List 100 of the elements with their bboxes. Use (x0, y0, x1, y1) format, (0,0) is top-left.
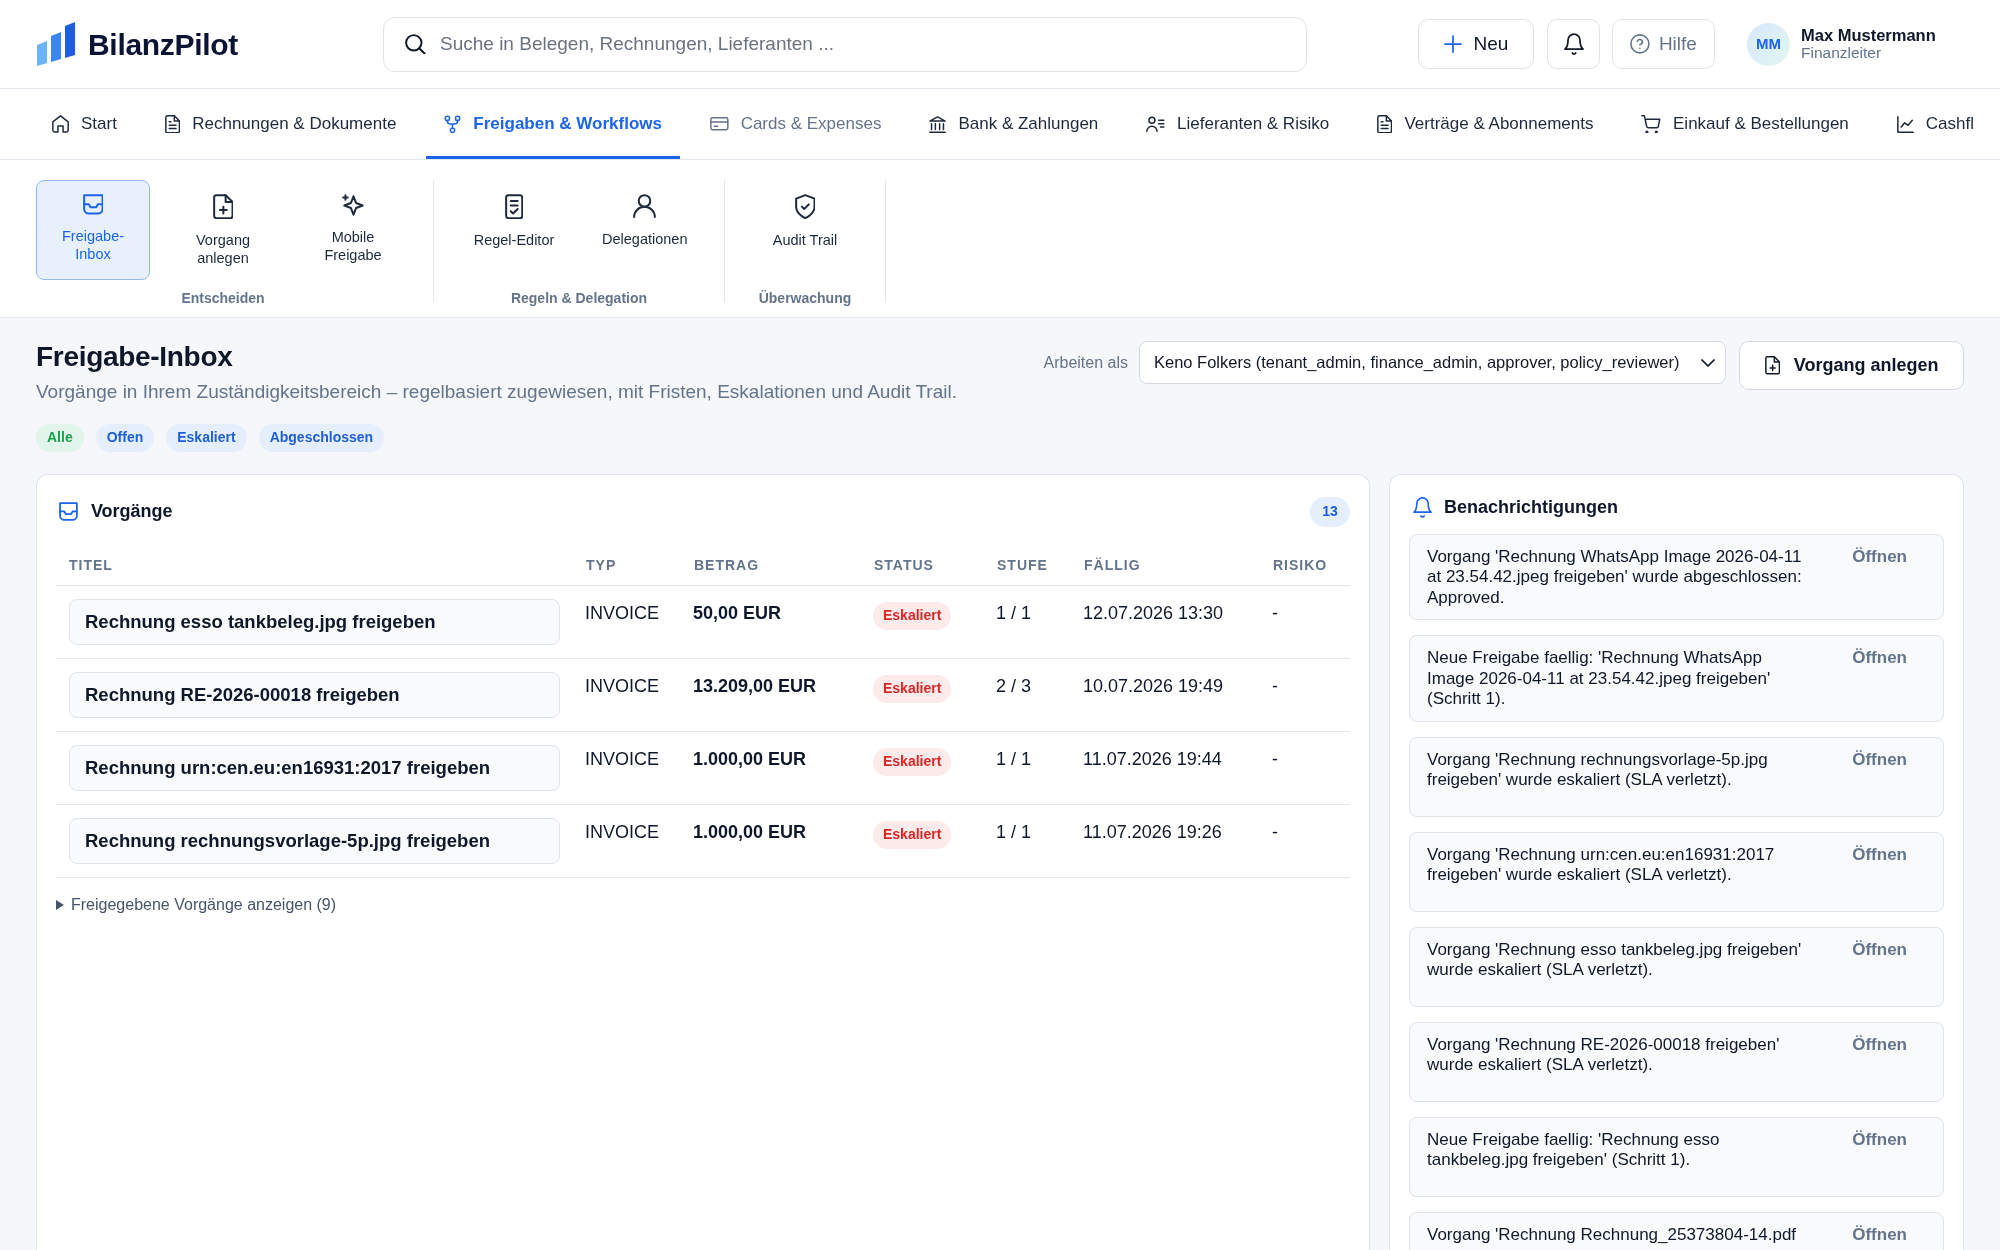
status-badge: Eskaliert (873, 820, 952, 849)
nav-tab[interactable]: Verträge & Abonnements (1359, 89, 1612, 159)
user-list-icon (1146, 115, 1165, 133)
notification-text: Vorgang 'Rechnung WhatsApp Image 2026-04-11 at 23.54.42.jpeg freigeben' wurde abgeschlossen: Approved. (1427, 546, 1803, 608)
bell-icon (1413, 497, 1432, 518)
nav-tab[interactable]: Bank & Zahlungen (911, 89, 1117, 159)
completed-cases-toggle[interactable]: Freigegebene Vorgänge anzeigen (9) (56, 892, 337, 917)
notification-text: Vorgang 'Rechnung RE-2026-00018 freigeben' wurde eskaliert (SLA verletzt). (1427, 1034, 1781, 1076)
table-cell: 1 / 1 (996, 748, 1032, 769)
acting-as-label: Arbeiten als (1043, 352, 1128, 373)
help-button[interactable]: Hilfe (1612, 19, 1715, 69)
open-link[interactable]: Öffnen (1852, 546, 1907, 567)
file-plus-icon (212, 194, 234, 220)
column-header: TYP (586, 557, 617, 573)
ribbon-button[interactable]: Freigabe-Inbox (36, 180, 150, 280)
column-header: TITEL (69, 557, 113, 573)
table-cell: - (1272, 821, 1278, 842)
inbox-icon (59, 502, 78, 521)
nav-tab[interactable]: Rechnungen & Dokumente (146, 89, 415, 159)
bell-icon (1563, 33, 1584, 55)
user-name: Max Mustermann (1801, 26, 1936, 44)
table-cell: 1 / 1 (996, 821, 1032, 842)
acting-as-select[interactable]: Keno Folkers (tenant_admin, finance_admin, approver, policy_reviewer) (1139, 341, 1726, 384)
logo-icon (36, 22, 76, 66)
open-link[interactable]: Öffnen (1852, 749, 1907, 770)
table-cell: 13.209,00 EUR (693, 675, 817, 696)
table-cell: INVOICE (585, 602, 659, 623)
ribbon-button[interactable]: Regel-Editor (457, 180, 571, 280)
table-cell: 1.000,00 EUR (693, 748, 807, 769)
page-subtitle: Vorgänge in Ihrem Zuständigkeitsbereich – regelbasiert zugewiesen, mit Fristen, Eskalationen und Audit Trail. (36, 380, 957, 404)
notification-text: Vorgang 'Rechnung rechnungsvorlage-5p.jpg freigeben' wurde eskaliert (SLA verletzt). (1427, 749, 1769, 791)
table-cell: 1 / 1 (996, 602, 1032, 623)
search-icon (405, 33, 426, 55)
table-cell: - (1272, 602, 1278, 623)
status-badge: Eskaliert (873, 747, 952, 776)
user-avatar[interactable]: MM (1747, 22, 1790, 66)
notification-text: Vorgang 'Rechnung urn:cen.eu:en16931:2017 freigeben' wurde eskaliert (SLA verletzt). (1427, 844, 1776, 886)
column-header: FÄLLIG (1084, 557, 1141, 573)
user-role: Finanzleiter (1801, 44, 1883, 62)
column-header: RISIKO (1273, 557, 1328, 573)
status-badge: Eskaliert (873, 601, 952, 630)
shield-check-icon (794, 194, 816, 220)
open-link[interactable]: Öffnen (1852, 939, 1907, 960)
panel-title: Benachrichtigungen (1444, 496, 1618, 519)
create-case-button[interactable]: Vorgang anlegen (1739, 341, 1964, 390)
table-cell: 1.000,00 EUR (693, 821, 807, 842)
table-cell: - (1272, 748, 1278, 769)
open-link[interactable]: Öffnen (1852, 648, 1907, 669)
filter-chip[interactable]: Eskaliert (166, 423, 247, 452)
status-badge: Eskaliert (873, 674, 952, 703)
document-icon (1377, 114, 1393, 134)
ribbon-button[interactable]: Mobile Freigabe (296, 180, 410, 280)
open-link[interactable]: Öffnen (1852, 1224, 1907, 1245)
nav-tab[interactable]: Cashfl (1878, 89, 1992, 159)
column-header: STATUS (874, 557, 934, 573)
table-cell: 2 / 3 (996, 675, 1032, 696)
filter-chip[interactable]: Offen (95, 423, 155, 452)
open-link[interactable]: Öffnen (1852, 844, 1907, 865)
sparkle-icon (342, 194, 364, 216)
ribbon-group-label: Regeln & Delegation (510, 289, 648, 308)
case-title-button[interactable]: Rechnung urn:cen.eu:en16931:2017 freigeben (69, 744, 560, 791)
branch-icon (444, 114, 462, 134)
notifications-button[interactable] (1547, 19, 1600, 69)
help-icon (1630, 34, 1650, 54)
ribbon-button[interactable]: Delegationen (587, 180, 701, 280)
home-icon (52, 115, 69, 133)
case-title-button[interactable]: Rechnung esso tankbeleg.jpg freigeben (69, 598, 560, 645)
case-title-button[interactable]: Rechnung rechnungsvorlage-5p.jpg freigeben (69, 817, 560, 864)
new-button[interactable]: Neu (1418, 19, 1534, 69)
cart-icon (1641, 114, 1662, 134)
count-badge: 13 (1310, 496, 1350, 527)
column-header: BETRAG (694, 557, 760, 573)
table-cell: 11.07.2026 19:44 (1083, 748, 1222, 769)
document-check-icon (504, 194, 524, 220)
notification-text: Vorgang 'Rechnung esso tankbeleg.jpg freigeben' wurde eskaliert (SLA verletzt). (1427, 939, 1803, 981)
filter-chip[interactable]: Abgeschlossen (258, 423, 385, 452)
table-cell: INVOICE (585, 748, 659, 769)
page-title: Freigabe-Inbox (36, 340, 234, 374)
ribbon-group-label: Überwachung (758, 289, 852, 308)
ribbon-button[interactable]: Audit Trail (748, 180, 862, 280)
table-cell: - (1272, 675, 1278, 696)
table-cell: 11.07.2026 19:26 (1083, 821, 1222, 842)
panel-title: Vorgänge (90, 500, 173, 523)
case-title-button[interactable]: Rechnung RE-2026-00018 freigeben (69, 671, 560, 718)
search-field[interactable]: Suche in Belegen, Rechnungen, Lieferanten ... (383, 16, 1307, 72)
open-link[interactable]: Öffnen (1852, 1034, 1907, 1055)
ribbon-group-label: Entscheiden (181, 289, 265, 308)
app-name: BilanzPilot (88, 26, 239, 63)
user-icon (632, 194, 656, 219)
table-cell: INVOICE (585, 821, 659, 842)
open-link[interactable]: Öffnen (1852, 1129, 1907, 1150)
chevron-down-icon (1701, 358, 1715, 367)
ribbon-button[interactable]: Vorgang anlegen (166, 180, 280, 280)
credit-card-icon (709, 117, 729, 131)
table-cell: INVOICE (585, 675, 659, 696)
nav-tab[interactable]: Einkauf & Bestellungen (1623, 89, 1867, 159)
nav-tab[interactable]: Lieferanten & Risiko (1128, 89, 1348, 159)
nav-tab[interactable]: Start (34, 89, 135, 159)
document-icon (164, 114, 181, 134)
table-cell: 10.07.2026 19:49 (1083, 675, 1224, 696)
